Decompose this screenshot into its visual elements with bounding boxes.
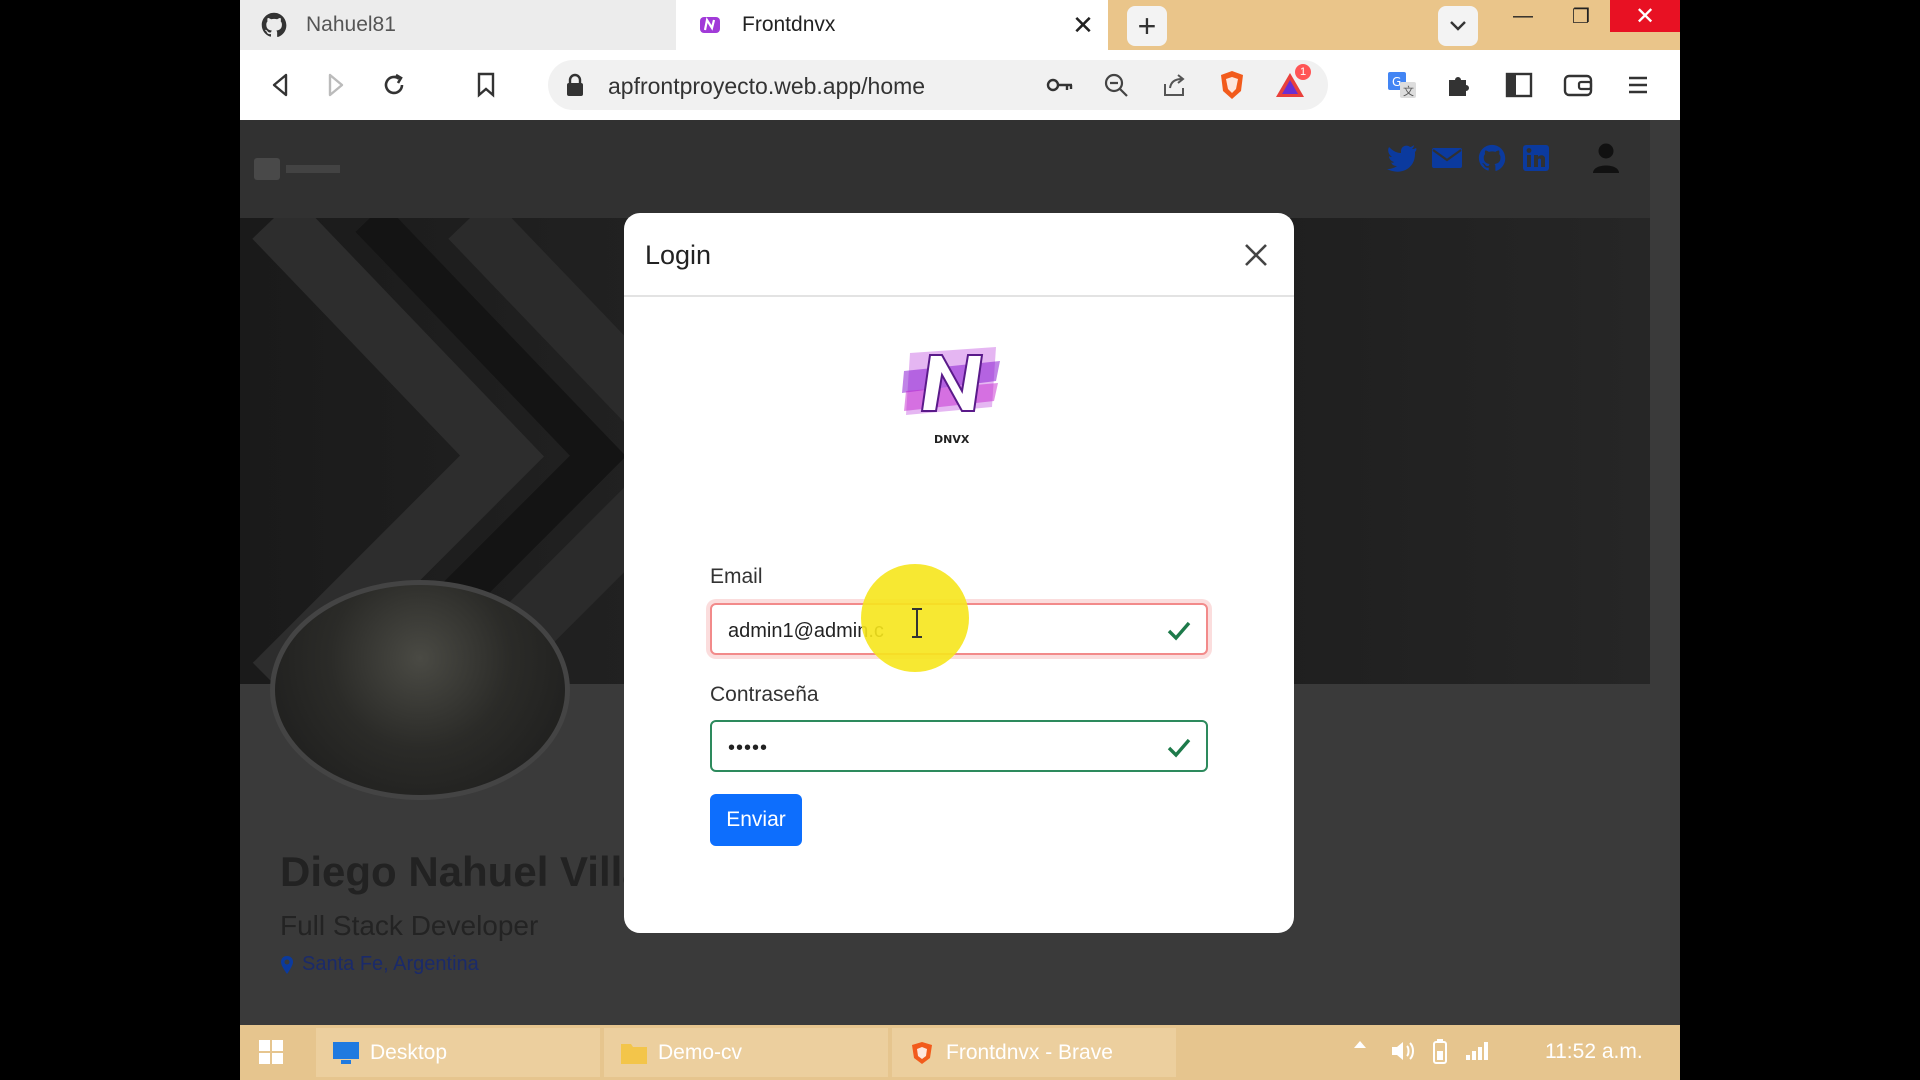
wallet-icon: [1563, 74, 1593, 97]
chevron-down-icon: [1450, 21, 1466, 31]
twitter-icon[interactable]: [1384, 140, 1420, 176]
linkedin-icon[interactable]: [1518, 140, 1554, 176]
taskbar-item-demo-cv[interactable]: Demo-cv: [604, 1028, 888, 1077]
close-window-button[interactable]: ✕: [1610, 0, 1680, 32]
email-icon[interactable]: [1429, 140, 1465, 176]
taskbar-item-frontdnvx-brave[interactable]: Frontdnvx - Brave: [892, 1028, 1176, 1077]
check-icon: [1166, 617, 1192, 649]
url-text: apfrontproyecto.web.app/home: [608, 73, 926, 99]
avatar: [270, 580, 570, 800]
key-icon[interactable]: [1042, 67, 1078, 103]
taskbar-item-label: Frontdnvx - Brave: [946, 1040, 1113, 1064]
taskbar-item-desktop[interactable]: Desktop: [316, 1028, 600, 1077]
github-icon[interactable]: [1474, 140, 1510, 176]
minimize-button[interactable]: —: [1494, 0, 1552, 32]
reload-icon: [384, 73, 404, 95]
taskbar: Desktop Demo-cv Frontdnvx - Brave 11:52 …: [240, 1025, 1680, 1080]
brave-browser-icon: [912, 1041, 932, 1064]
reload-button[interactable]: [374, 65, 414, 105]
text-cursor-icon: [912, 608, 922, 638]
hamburger-menu-icon: [1629, 76, 1647, 94]
sidebar-button[interactable]: [1499, 65, 1539, 105]
translate-button[interactable]: G文: [1382, 65, 1422, 105]
wallet-button[interactable]: [1558, 65, 1598, 105]
address-bar[interactable]: apfrontproyecto.web.app/home 1: [548, 60, 1328, 110]
tab-frontdnvx[interactable]: Frontdnvx ✕: [676, 0, 1108, 50]
login-modal: Login DNVX Email admin1@admin.c Contrase…: [624, 213, 1294, 933]
share-icon[interactable]: [1156, 67, 1192, 103]
dnvx-logo: DNVX: [896, 341, 1008, 451]
taskbar-clock[interactable]: 11:52 a.m.: [1545, 1040, 1643, 1064]
close-icon: [1245, 244, 1267, 266]
network-button[interactable]: [1464, 1039, 1492, 1061]
location-pin-icon: [281, 955, 293, 974]
password-field[interactable]: •••••: [710, 720, 1208, 772]
profile-name: Diego Nahuel Villa: [280, 848, 646, 895]
forward-arrow-icon: [328, 73, 344, 97]
site-logo[interactable]: [254, 155, 344, 183]
signal-icon: [1466, 1042, 1488, 1060]
modal-title: Login: [645, 240, 712, 270]
close-modal-button[interactable]: [1236, 235, 1276, 275]
profile-location: Santa Fe, Argentina: [280, 953, 479, 976]
email-label: Email: [710, 565, 763, 588]
browser-toolbar: apfrontproyecto.web.app/home 1 G文: [240, 50, 1680, 121]
volume-button[interactable]: [1390, 1039, 1416, 1063]
battery-button[interactable]: [1432, 1039, 1448, 1065]
github-icon: [260, 11, 288, 39]
restore-button[interactable]: ❐: [1552, 0, 1610, 32]
extensions-button[interactable]: [1439, 65, 1479, 105]
tab-title: Frontdnvx: [742, 13, 836, 36]
lock-icon: [566, 73, 584, 102]
back-button[interactable]: [260, 65, 300, 105]
dnvx-favicon-icon: [696, 11, 724, 39]
location-text: Santa Fe, Argentina: [302, 953, 479, 975]
sidebar-icon: [1505, 72, 1533, 98]
forward-button[interactable]: [316, 65, 356, 105]
bookmark-icon: [477, 72, 495, 98]
brave-shields-icon[interactable]: [1214, 67, 1250, 103]
password-value: •••••: [728, 737, 769, 759]
screen: Nahuel81 Frontdnvx ✕ + — ❐ ✕ apfrontproy…: [240, 0, 1680, 1080]
windows-logo-icon: [259, 1040, 283, 1064]
folder-icon: [621, 1043, 647, 1064]
zoom-icon[interactable]: [1098, 67, 1134, 103]
menu-button[interactable]: [1618, 65, 1658, 105]
tab-title: Nahuel81: [306, 13, 396, 36]
user-icon[interactable]: [1588, 140, 1624, 176]
battery-icon: [1433, 1039, 1447, 1064]
chevron-up-icon: [1354, 1041, 1366, 1048]
start-button[interactable]: [258, 1039, 284, 1070]
speaker-icon: [1392, 1042, 1414, 1060]
taskbar-item-label: Demo-cv: [658, 1040, 743, 1064]
password-label: Contraseña: [710, 683, 819, 706]
tab-strip: Nahuel81 Frontdnvx ✕ + — ❐ ✕: [240, 0, 1680, 50]
web-page: Diego Nahuel Villa Full Stack Developer …: [240, 120, 1680, 1025]
notification-badge: 1: [1295, 64, 1311, 80]
back-arrow-icon: [272, 73, 288, 97]
logo-text: DNVX: [934, 433, 970, 446]
brave-rewards-icon[interactable]: 1: [1272, 64, 1311, 103]
puzzle-icon: [1449, 77, 1469, 96]
show-hidden-icons-button[interactable]: [1353, 1039, 1367, 1049]
bookmark-button[interactable]: [466, 65, 506, 105]
tab-list-button[interactable]: [1438, 6, 1478, 46]
translate-icon: G文: [1388, 72, 1416, 98]
monitor-icon: [333, 1041, 359, 1064]
new-tab-button[interactable]: +: [1127, 6, 1167, 46]
site-header: [240, 120, 1650, 218]
tab-nahuel81[interactable]: Nahuel81: [240, 0, 676, 50]
close-tab-icon[interactable]: ✕: [1068, 10, 1098, 40]
profile-role: Full Stack Developer: [280, 910, 539, 941]
check-icon: [1166, 734, 1192, 766]
taskbar-item-label: Desktop: [370, 1040, 448, 1064]
svg-text:文: 文: [1403, 84, 1414, 98]
modal-header: Login: [624, 213, 1294, 297]
submit-button[interactable]: Enviar: [710, 794, 802, 846]
svg-text:G: G: [1392, 75, 1401, 89]
